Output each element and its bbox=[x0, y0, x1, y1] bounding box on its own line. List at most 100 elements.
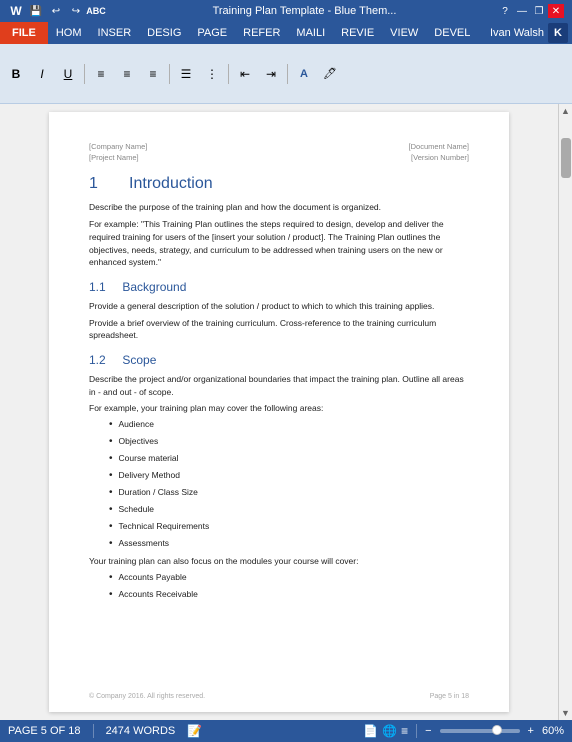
highlight-button[interactable]: 🖊 bbox=[318, 62, 342, 86]
proofing-icon[interactable]: 📝 bbox=[187, 724, 202, 738]
section11-body1: Provide a general description of the sol… bbox=[89, 300, 469, 313]
minimize-button[interactable]: — bbox=[514, 4, 530, 18]
titlebar-controls: ? — ❐ ✕ bbox=[497, 4, 564, 18]
align-right-button[interactable]: ≡ bbox=[141, 62, 165, 86]
scroll-down-arrow[interactable]: ▼ bbox=[559, 706, 572, 720]
doc-scroll[interactable]: [Company Name] [Project Name] [Document … bbox=[0, 104, 558, 720]
bold-button[interactable]: B bbox=[4, 62, 28, 86]
bullet-list-button[interactable]: ☰ bbox=[174, 62, 198, 86]
zoom-minus[interactable]: − bbox=[425, 725, 431, 737]
section12-title: Scope bbox=[122, 353, 156, 367]
section1-num: 1 bbox=[89, 175, 98, 192]
align-left-button[interactable]: ≡ bbox=[89, 62, 113, 86]
tab-developer[interactable]: DEVEL bbox=[426, 22, 478, 44]
numbered-list-button[interactable]: ⋮ bbox=[200, 62, 224, 86]
header-left: [Company Name] [Project Name] bbox=[89, 142, 147, 163]
section11-body2: Provide a brief overview of the training… bbox=[89, 317, 469, 343]
sep2 bbox=[169, 64, 170, 84]
tab-view[interactable]: VIEW bbox=[382, 22, 426, 44]
list-item: Schedule bbox=[109, 504, 469, 517]
user-area: Ivan Walsh K bbox=[490, 23, 572, 43]
page-info: PAGE 5 OF 18 bbox=[8, 725, 81, 737]
spelling-icon[interactable]: ABC bbox=[88, 4, 104, 18]
tab-insert[interactable]: INSER bbox=[90, 22, 140, 44]
statusbar: PAGE 5 OF 18 2474 WORDS 📝 📄 🌐 ≡ − + 60% bbox=[0, 720, 572, 742]
titlebar-title: Training Plan Template - Blue Them... bbox=[112, 5, 497, 17]
sep3 bbox=[228, 64, 229, 84]
scope-list: Audience Objectives Course material Deli… bbox=[109, 419, 469, 551]
tab-page[interactable]: PAGE bbox=[189, 22, 235, 44]
restore-button[interactable]: ❐ bbox=[531, 4, 547, 18]
tab-home[interactable]: HOM bbox=[48, 22, 90, 44]
web-layout-icon[interactable]: 🌐 bbox=[382, 724, 397, 738]
indent-increase-button[interactable]: ⇥ bbox=[259, 62, 283, 86]
doc-container: [Company Name] [Project Name] [Document … bbox=[0, 104, 572, 720]
zoom-slider[interactable] bbox=[440, 729, 520, 733]
section1-body1: Describe the purpose of the training pla… bbox=[89, 201, 469, 214]
titlebar-app-icons: W 💾 ↩ ↪ ABC bbox=[8, 4, 104, 18]
list-item: Objectives bbox=[109, 436, 469, 449]
doc-header: [Company Name] [Project Name] [Document … bbox=[89, 142, 469, 163]
statusbar-right: 📄 🌐 ≡ − + 60% bbox=[363, 724, 564, 738]
list-item: Technical Requirements bbox=[109, 521, 469, 534]
sep1 bbox=[84, 64, 85, 84]
section11-heading: 1.1 Background bbox=[89, 279, 469, 296]
status-sep2 bbox=[416, 724, 417, 738]
align-center-button[interactable]: ≡ bbox=[115, 62, 139, 86]
doc-page: [Company Name] [Project Name] [Document … bbox=[49, 112, 509, 712]
list-item: Audience bbox=[109, 419, 469, 432]
view-icons: 📄 🌐 ≡ bbox=[363, 724, 408, 738]
footer-left: © Company 2016. All rights reserved. bbox=[89, 692, 205, 702]
menu-tabs: HOM INSER DESIG PAGE REFER MAILI REVIE V… bbox=[48, 22, 479, 44]
header-right: [Document Name] [Version Number] bbox=[409, 142, 469, 163]
tab-references[interactable]: REFER bbox=[235, 22, 288, 44]
scroll-up-arrow[interactable]: ▲ bbox=[559, 104, 572, 118]
footer-right: Page 5 in 18 bbox=[430, 692, 469, 702]
list-item: Delivery Method bbox=[109, 470, 469, 483]
tab-design[interactable]: DESIG bbox=[139, 22, 189, 44]
sep4 bbox=[287, 64, 288, 84]
user-name[interactable]: Ivan Walsh bbox=[490, 27, 544, 39]
list-item: Accounts Payable bbox=[109, 572, 469, 585]
word-count: 2474 WORDS bbox=[106, 725, 176, 737]
modules-list: Accounts Payable Accounts Receivable bbox=[109, 572, 469, 602]
doc-footer: © Company 2016. All rights reserved. Pag… bbox=[89, 692, 469, 702]
version-number: [Version Number] bbox=[409, 153, 469, 164]
zoom-plus[interactable]: + bbox=[528, 725, 534, 737]
close-button[interactable]: ✕ bbox=[548, 4, 564, 18]
file-tab[interactable]: FILE bbox=[0, 22, 48, 44]
list-item: Course material bbox=[109, 453, 469, 466]
print-layout-icon[interactable]: 📄 bbox=[363, 724, 378, 738]
scrollbar-thumb[interactable] bbox=[561, 138, 571, 178]
page-count: PAGE 5 OF 18 bbox=[8, 725, 81, 737]
scrollbar-right[interactable]: ▲ ▼ bbox=[558, 104, 572, 720]
section12-heading: 1.2 Scope bbox=[89, 352, 469, 369]
section12-body1: Describe the project and/or organization… bbox=[89, 373, 469, 399]
tab-review[interactable]: REVIE bbox=[333, 22, 382, 44]
company-name: [Company Name] bbox=[89, 142, 147, 153]
titlebar: W 💾 ↩ ↪ ABC Training Plan Template - Blu… bbox=[0, 0, 572, 22]
outline-view-icon[interactable]: ≡ bbox=[401, 724, 408, 738]
redo-icon[interactable]: ↪ bbox=[68, 4, 84, 18]
toolbar: B I U ≡ ≡ ≡ ☰ ⋮ ⇤ ⇥ A 🖊 bbox=[0, 44, 572, 104]
section1-title: Introduction bbox=[129, 175, 213, 192]
list-item: Duration / Class Size bbox=[109, 487, 469, 500]
user-avatar: K bbox=[548, 23, 568, 43]
section11-num: 1.1 bbox=[89, 280, 106, 294]
tab-mailings[interactable]: MAILI bbox=[288, 22, 333, 44]
help-button[interactable]: ? bbox=[497, 4, 513, 18]
underline-button[interactable]: U bbox=[56, 62, 80, 86]
section12-body2: For example, your training plan may cove… bbox=[89, 402, 469, 415]
save-icon[interactable]: 💾 bbox=[28, 4, 44, 18]
section11-title: Background bbox=[122, 280, 186, 294]
indent-decrease-button[interactable]: ⇤ bbox=[233, 62, 257, 86]
status-sep1 bbox=[93, 724, 94, 738]
zoom-level[interactable]: 60% bbox=[542, 725, 564, 737]
font-color-button[interactable]: A bbox=[292, 62, 316, 86]
list-item: Accounts Receivable bbox=[109, 589, 469, 602]
italic-button[interactable]: I bbox=[30, 62, 54, 86]
section1-body2: For example: "This Training Plan outline… bbox=[89, 218, 469, 269]
document-name: [Document Name] bbox=[409, 142, 469, 153]
undo-icon[interactable]: ↩ bbox=[48, 4, 64, 18]
section12-body3: Your training plan can also focus on the… bbox=[89, 555, 469, 568]
